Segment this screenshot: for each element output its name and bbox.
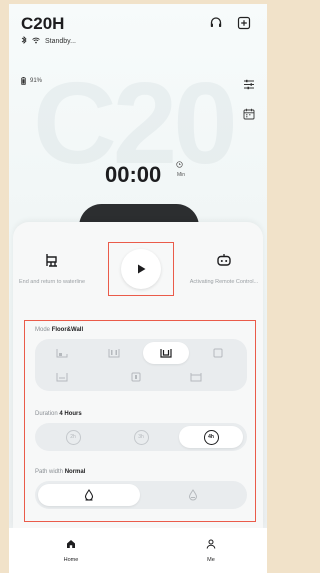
duration-option-3h[interactable]: 3h [107, 426, 175, 448]
duration-value: 4 Hours [59, 411, 82, 417]
duration-option-4h[interactable]: 4h [179, 426, 243, 448]
add-button[interactable] [235, 14, 253, 32]
end-and-return-button[interactable]: End and return to waterline [17, 248, 87, 286]
bluetooth-icon [21, 36, 27, 46]
duration-selector: 2h 3h 4h [35, 423, 247, 451]
drop-double-icon [188, 489, 198, 501]
start-button[interactable] [121, 249, 161, 289]
mode-option-floor-waterline[interactable] [39, 366, 85, 388]
path-width-value: Normal [64, 469, 86, 475]
timer-unit: Min [177, 172, 186, 178]
path-width-heading: Path width Normal [35, 469, 86, 475]
remote-control-label: Activating Remote Control... [189, 279, 259, 285]
mode-option-waterline[interactable] [195, 342, 241, 364]
tab-me-label: Me [207, 557, 215, 563]
status-row: Standby... [21, 36, 76, 46]
duration-option-2h[interactable]: 2h [39, 426, 107, 448]
device-title: C20H [21, 14, 65, 33]
status-text: Standby... [45, 37, 77, 45]
mode-option-floor[interactable] [39, 342, 85, 364]
play-icon [138, 264, 146, 274]
floor-wall-mode-icon [160, 349, 172, 358]
spot-mode-icon [131, 372, 141, 382]
battery-icon [21, 77, 26, 85]
end-and-return-label: End and return to waterline [18, 279, 86, 285]
tab-me[interactable]: Me [181, 536, 241, 563]
battery-indicator: 91% [21, 77, 42, 85]
cleaning-options-highlight: Mode Floor&Wall Duration 4 Hours 2h 3h 4… [24, 320, 256, 522]
floor-waterline-mode-icon [56, 373, 68, 382]
mode-option-wall[interactable] [91, 342, 137, 364]
schedule-button[interactable] [241, 106, 257, 122]
home-icon [67, 540, 75, 548]
path-width-option-wide[interactable] [142, 484, 244, 506]
control-sheet: End and return to waterline Activating R… [13, 222, 263, 528]
sliders-icon [244, 79, 254, 89]
person-icon [206, 539, 216, 549]
start-highlight [108, 242, 174, 296]
duration-heading: Duration 4 Hours [35, 411, 82, 417]
headset-support-button[interactable] [207, 14, 225, 32]
remote-control-button[interactable]: Activating Remote Control... [189, 248, 259, 286]
clock-icon [176, 161, 183, 168]
wifi-icon [32, 37, 40, 46]
headset-icon [210, 17, 222, 27]
mode-option-floor-wall[interactable] [143, 342, 189, 364]
floor-mode-icon [56, 349, 68, 358]
tab-home[interactable]: Home [41, 536, 101, 563]
battery-percent: 91% [30, 78, 43, 84]
calendar-icon [243, 108, 255, 120]
mode-value: Floor&Wall [51, 327, 84, 333]
duration-option-2h-label: 2h [65, 429, 81, 445]
cleaning-timer: 00:00 [105, 162, 162, 187]
wall-mode-icon [108, 349, 120, 358]
plus-square-icon [237, 16, 251, 30]
bottom-tab-bar: Home Me [9, 528, 267, 573]
drop-icon [84, 489, 94, 501]
path-width-selector [35, 481, 247, 509]
duration-option-4h-label: 4h [203, 429, 219, 445]
duration-option-3h-label: 3h [133, 429, 149, 445]
mode-option-spot[interactable] [113, 366, 159, 388]
gamepad-icon [212, 248, 236, 272]
eco-mode-icon [190, 373, 202, 382]
app-screen: C20 C20H Standby... 91% 00:00 Min End an… [9, 4, 267, 573]
settings-sliders-button[interactable] [241, 76, 257, 92]
mode-option-eco[interactable] [173, 366, 219, 388]
mode-heading: Mode Floor&Wall [35, 327, 84, 333]
path-width-option-normal[interactable] [38, 484, 140, 506]
dock-return-icon [40, 248, 64, 272]
waterline-mode-icon [213, 348, 223, 358]
mode-selector [35, 339, 247, 391]
tab-home-label: Home [63, 557, 79, 563]
